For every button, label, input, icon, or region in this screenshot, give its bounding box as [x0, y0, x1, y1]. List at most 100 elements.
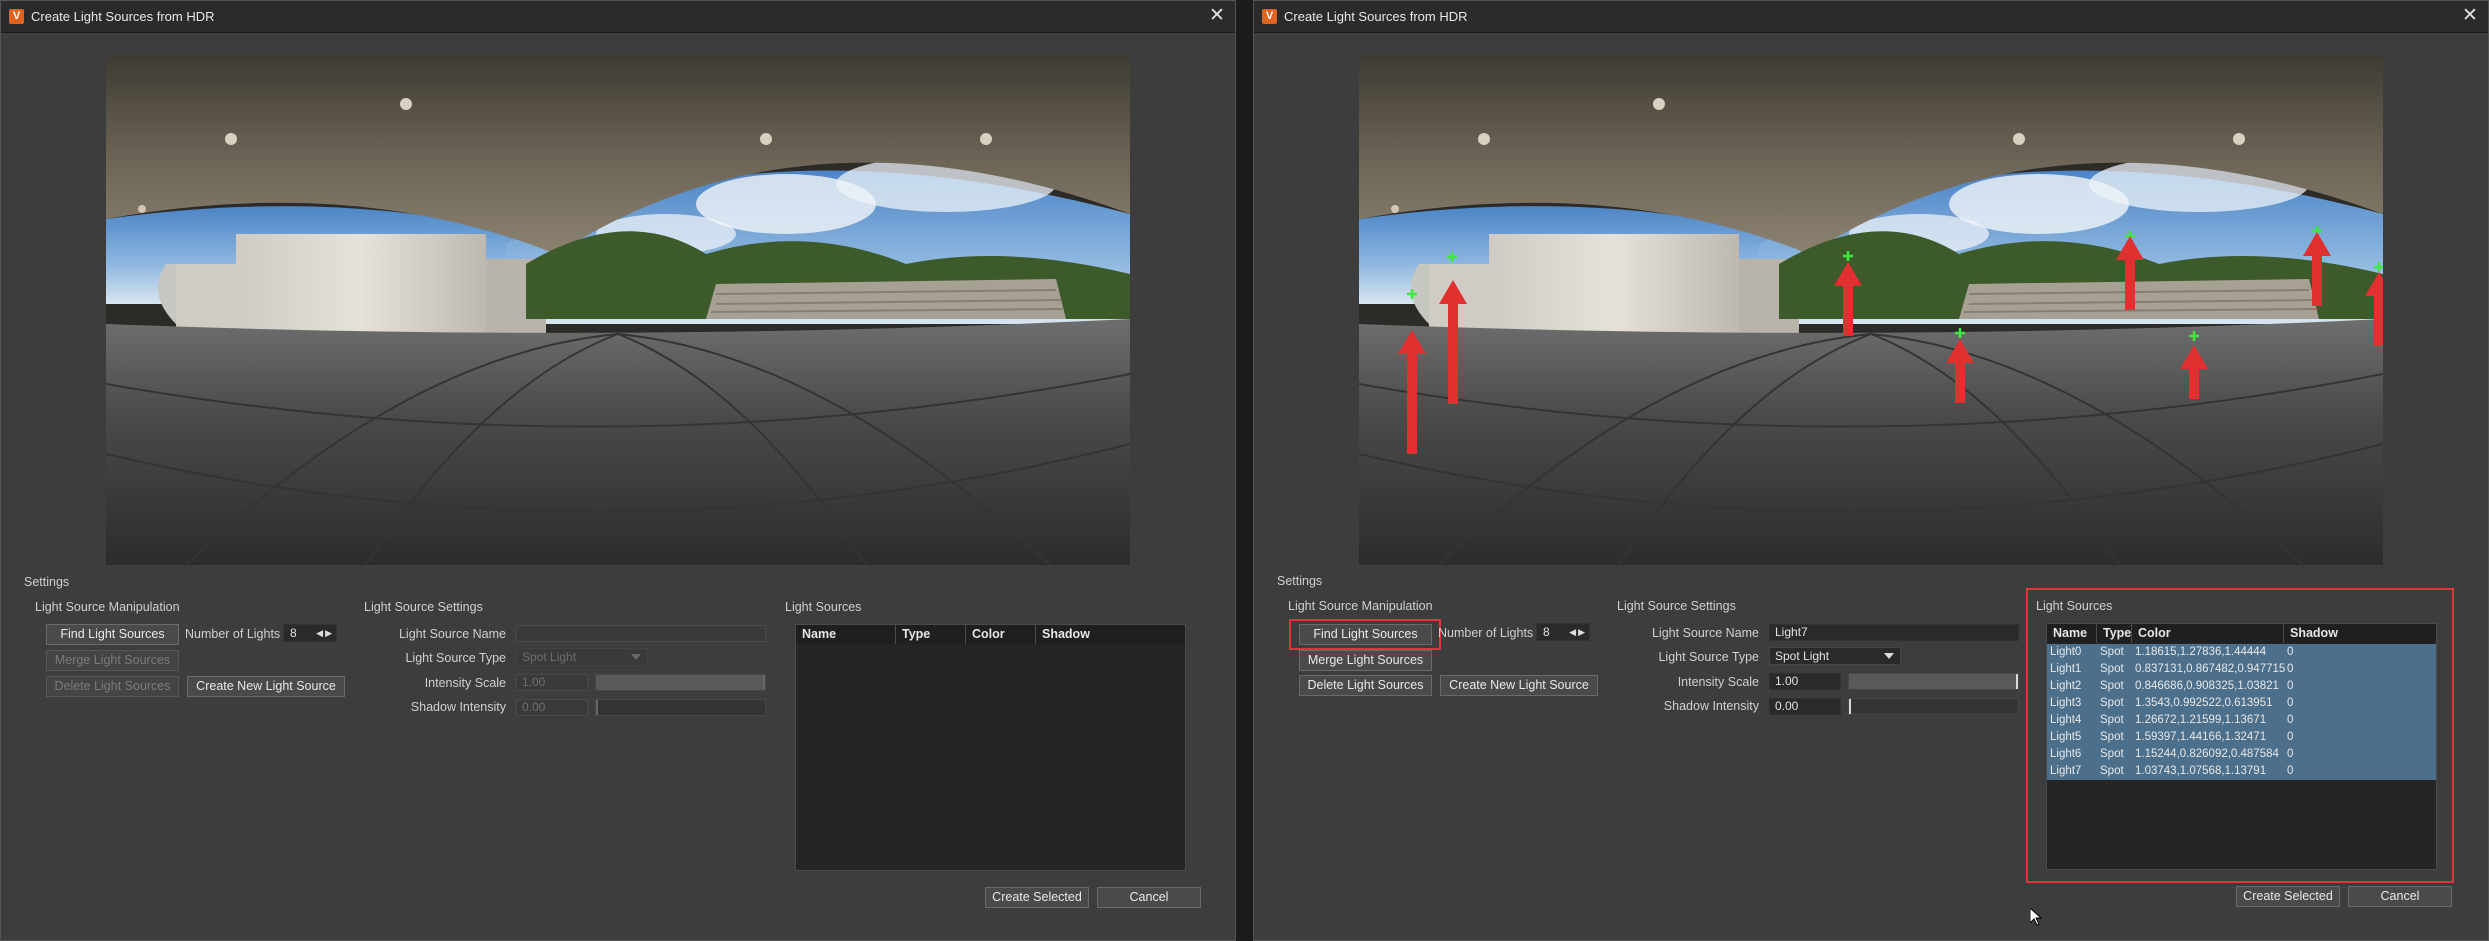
table-cell-name: Light1 [2050, 663, 2082, 675]
column-header-type[interactable]: Type [2097, 624, 2132, 643]
table-row[interactable]: Light6 Spot 1.15244,0.826092,0.487584 0 [2047, 746, 2436, 763]
title-bar: V Create Light Sources from HDR ✕ [1, 1, 1235, 33]
intensity-scale-label: Intensity Scale [424, 676, 506, 690]
spin-arrows-icon[interactable]: ◀▶ [316, 625, 334, 641]
intensity-scale-slider[interactable] [595, 674, 766, 691]
intensity-slider-handle[interactable] [2016, 674, 2018, 689]
intensity-slider-fill [596, 675, 765, 690]
intensity-scale-label: Intensity Scale [1677, 675, 1759, 689]
column-header-shadow[interactable]: Shadow [1036, 625, 1185, 644]
table-row[interactable]: Light7 Spot 1.03743,1.07568,1.13791 0 [2047, 763, 2436, 780]
dialog-before: V Create Light Sources from HDR ✕ Settin… [0, 0, 1236, 941]
table-cell-shadow: 0 [2287, 663, 2294, 675]
table-cell-shadow: 0 [2287, 697, 2294, 709]
number-of-lights-label: Number of Lights [1438, 626, 1534, 640]
shadow-slider-handle[interactable] [596, 700, 598, 715]
light-source-name-field[interactable] [516, 625, 766, 642]
light-source-type-dropdown[interactable]: Spot Light [1769, 647, 1901, 665]
intensity-slider-handle[interactable] [763, 675, 765, 690]
table-row[interactable]: Light5 Spot 1.59397,1.44166,1.32471 0 [2047, 729, 2436, 746]
table-cell-color: 1.3543,0.992522,0.613951 [2135, 697, 2273, 709]
column-header-shadow[interactable]: Shadow [2284, 624, 2436, 643]
merge-light-sources-button[interactable]: Merge Light Sources [46, 650, 179, 671]
table-cell-type: Spot [2100, 714, 2124, 726]
intensity-scale-slider[interactable] [1848, 673, 2019, 690]
light-source-name-label: Light Source Name [1651, 626, 1759, 640]
light-source-type-value: Spot Light [522, 650, 577, 664]
shadow-slider-handle[interactable] [1849, 699, 1851, 714]
create-new-light-source-button[interactable]: Create New Light Source [1440, 675, 1598, 696]
light-source-name-label: Light Source Name [398, 627, 506, 641]
table-row[interactable]: Light3 Spot 1.3543,0.992522,0.613951 0 [2047, 695, 2436, 712]
light-sources-heading: Light Sources [2036, 599, 2113, 613]
column-header-name[interactable]: Name [2047, 624, 2097, 643]
number-of-lights-spinbox[interactable]: 8 ◀▶ [1536, 623, 1590, 641]
app-icon: V [1262, 9, 1277, 24]
cancel-button[interactable]: Cancel [1097, 887, 1201, 908]
settings-label: Settings [1277, 574, 1323, 588]
delete-light-sources-button[interactable]: Delete Light Sources [46, 676, 179, 697]
table-cell-shadow: 0 [2287, 748, 2294, 760]
find-light-sources-button[interactable]: Find Light Sources [1299, 624, 1432, 645]
table-cell-shadow: 0 [2287, 765, 2294, 777]
table-cell-name: Light3 [2050, 697, 2082, 709]
table-row[interactable]: Light0 Spot 1.18615,1.27836,1.44444 0 [2047, 644, 2436, 661]
dropdown-arrow-icon [1884, 653, 1894, 659]
table-cell-color: 0.846686,0.908325,1.03821 [2135, 680, 2279, 692]
table-cell-name: Light7 [2050, 765, 2082, 777]
intensity-scale-field[interactable]: 1.00 [1769, 673, 1841, 690]
number-of-lights-value: 8 [290, 626, 297, 640]
table-row[interactable]: Light4 Spot 1.26672,1.21599,1.13671 0 [2047, 712, 2436, 729]
table-cell-color: 1.15244,0.826092,0.487584 [2135, 748, 2279, 760]
window-title: Create Light Sources from HDR [31, 9, 215, 24]
table-header: Name Type Color Shadow [796, 625, 1185, 644]
cancel-button[interactable]: Cancel [2348, 886, 2452, 907]
shadow-intensity-label: Shadow Intensity [1663, 699, 1759, 713]
create-selected-button[interactable]: Create Selected [2236, 886, 2340, 907]
find-light-sources-button[interactable]: Find Light Sources [46, 624, 179, 645]
intensity-scale-field[interactable]: 1.00 [516, 674, 588, 691]
column-header-color[interactable]: Color [2132, 624, 2284, 643]
column-header-color[interactable]: Color [966, 625, 1036, 644]
light-source-type-dropdown[interactable]: Spot Light [516, 648, 648, 666]
shadow-intensity-slider[interactable] [595, 699, 766, 716]
table-cell-type: Spot [2100, 697, 2124, 709]
light-sources-table[interactable]: Name Type Color Shadow Light0 Spot 1.18615… [2046, 623, 2437, 870]
light-sources-table[interactable]: Name Type Color Shadow [795, 624, 1186, 871]
light-source-name-field[interactable]: Light7 [1769, 624, 2019, 641]
number-of-lights-value: 8 [1543, 625, 1550, 639]
column-header-type[interactable]: Type [896, 625, 966, 644]
light-source-type-value: Spot Light [1775, 649, 1830, 663]
light-source-type-label: Light Source Type [405, 651, 506, 665]
shadow-intensity-slider[interactable] [1848, 698, 2019, 715]
app-icon: V [9, 9, 24, 24]
table-cell-name: Light4 [2050, 714, 2082, 726]
delete-light-sources-button[interactable]: Delete Light Sources [1299, 675, 1432, 696]
close-icon[interactable]: ✕ [2460, 5, 2480, 27]
table-row[interactable]: Light1 Spot 0.837131,0.867482,0.947715 0 [2047, 661, 2436, 678]
table-cell-color: 1.26672,1.21599,1.13671 [2135, 714, 2267, 726]
hdr-preview-image [106, 54, 1130, 565]
table-cell-name: Light2 [2050, 680, 2082, 692]
table-cell-color: 1.03743,1.07568,1.13791 [2135, 765, 2267, 777]
close-icon[interactable]: ✕ [1207, 5, 1227, 27]
table-cell-type: Spot [2100, 731, 2124, 743]
merge-light-sources-button[interactable]: Merge Light Sources [1299, 650, 1432, 671]
window-title: Create Light Sources from HDR [1284, 9, 1468, 24]
spin-arrows-icon[interactable]: ◀▶ [1569, 624, 1587, 640]
number-of-lights-spinbox[interactable]: 8 ◀▶ [283, 624, 337, 642]
table-cell-type: Spot [2100, 663, 2124, 675]
number-of-lights-label: Number of Lights [185, 627, 281, 641]
table-cell-color: 1.59397,1.44166,1.32471 [2135, 731, 2267, 743]
light-sources-heading: Light Sources [785, 600, 862, 614]
create-new-light-source-button[interactable]: Create New Light Source [187, 676, 345, 697]
intensity-slider-fill [1849, 674, 2018, 689]
source-settings-heading: Light Source Settings [364, 600, 483, 614]
shadow-intensity-field[interactable]: 0.00 [516, 699, 588, 716]
create-selected-button[interactable]: Create Selected [985, 887, 1089, 908]
mouse-cursor-icon [2030, 908, 2042, 926]
title-bar: V Create Light Sources from HDR ✕ [1254, 1, 2488, 33]
shadow-intensity-field[interactable]: 0.00 [1769, 698, 1841, 715]
table-row[interactable]: Light2 Spot 0.846686,0.908325,1.03821 0 [2047, 678, 2436, 695]
column-header-name[interactable]: Name [796, 625, 896, 644]
